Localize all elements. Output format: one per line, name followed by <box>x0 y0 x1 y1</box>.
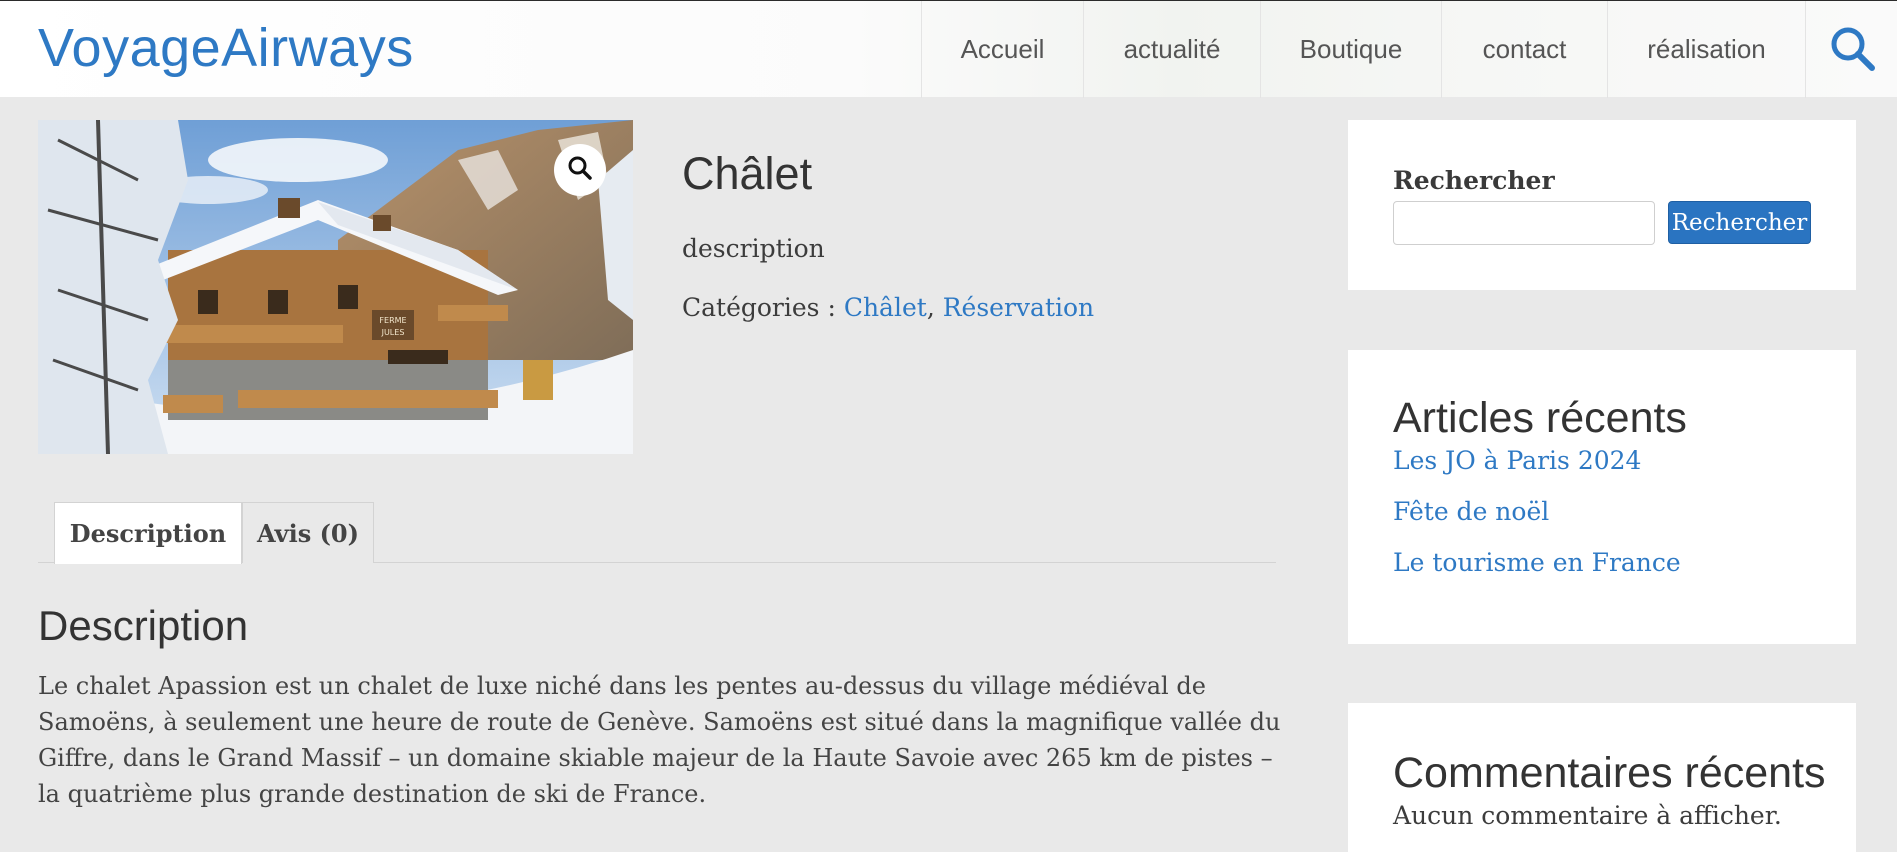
product-title: Châlet <box>682 148 813 199</box>
description-text: Le chalet Apassion est un chalet de luxe… <box>38 672 1281 808</box>
list-item: Fête de noël <box>1393 497 1681 548</box>
recent-comments-title: Commentaires récents <box>1393 749 1826 797</box>
list-item: Les JO à Paris 2024 <box>1393 446 1681 497</box>
category-link-reservation[interactable]: Réservation <box>943 293 1094 322</box>
search-label: Rechercher <box>1393 166 1555 195</box>
recent-comments-widget: Commentaires récents Aucun commentaire à… <box>1348 703 1856 852</box>
list-item: Le tourisme en France <box>1393 548 1681 599</box>
recent-posts-widget: Articles récents Les JO à Paris 2024 Fêt… <box>1348 350 1856 644</box>
nav-item-boutique[interactable]: Boutique <box>1260 1 1441 98</box>
product-categories: Catégories : Châlet, Réservation <box>682 293 1094 322</box>
no-comments-text: Aucun commentaire à afficher. <box>1393 801 1782 830</box>
category-link-chalet[interactable]: Châlet <box>844 293 927 322</box>
tab-reviews[interactable]: Avis (0) <box>242 502 374 563</box>
site-logo[interactable]: VoyageAirways <box>38 17 414 79</box>
search-submit-button[interactable]: Rechercher <box>1668 201 1811 244</box>
recent-post-link-jo-paris[interactable]: Les JO à Paris 2024 <box>1393 446 1641 475</box>
nav-item-accueil[interactable]: Accueil <box>921 1 1083 98</box>
categories-separator: , <box>926 293 943 322</box>
recent-posts-list: Les JO à Paris 2024 Fête de noël Le tour… <box>1393 446 1681 599</box>
zoom-button[interactable] <box>554 144 606 196</box>
nav-item-realisation[interactable]: réalisation <box>1607 1 1805 98</box>
nav-item-contact[interactable]: contact <box>1441 1 1607 98</box>
main-nav: Accueil actualité Boutique contact réali… <box>921 1 1897 98</box>
product-short-description: description <box>682 234 825 263</box>
sign-text-line2: JULES <box>381 328 405 337</box>
site-header: VoyageAirways Accueil actualité Boutique… <box>0 0 1897 98</box>
header-search-button[interactable] <box>1805 1 1897 98</box>
categories-label: Catégories : <box>682 293 844 322</box>
search-widget: Rechercher Rechercher <box>1348 120 1856 290</box>
nav-item-actualite[interactable]: actualité <box>1083 1 1260 98</box>
product-image[interactable]: FERME JULES <box>38 120 633 454</box>
magnifier-icon <box>567 155 593 185</box>
recent-posts-title: Articles récents <box>1393 394 1687 442</box>
search-input[interactable] <box>1393 201 1655 245</box>
search-icon <box>1828 24 1876 76</box>
product-tabs: Description Avis (0) <box>38 502 1276 564</box>
description-heading: Description <box>38 602 249 649</box>
recent-post-link-tourisme[interactable]: Le tourisme en France <box>1393 548 1681 577</box>
tab-description[interactable]: Description <box>54 502 242 564</box>
sign-text-line1: FERME <box>379 316 406 325</box>
recent-post-link-fete-noel[interactable]: Fête de noël <box>1393 497 1549 526</box>
